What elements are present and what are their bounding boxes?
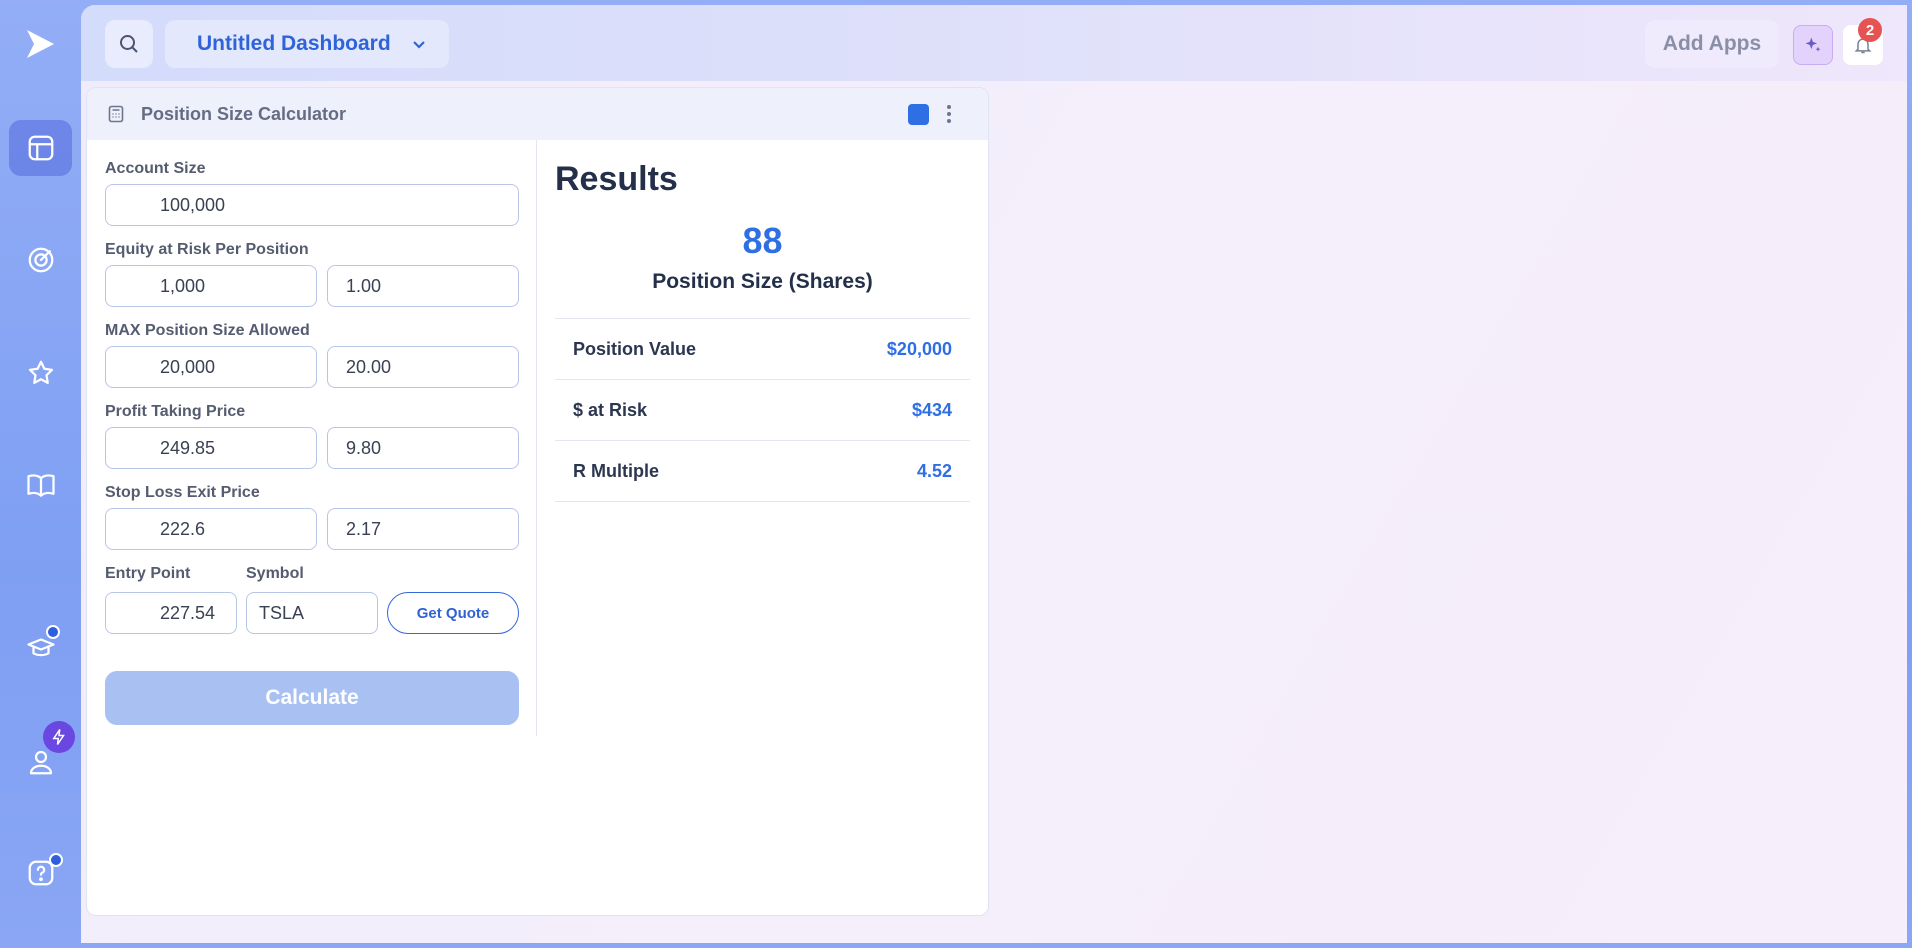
result-value: $434 [911,399,952,420]
equity-risk-label: Equity at Risk Per Position [105,241,309,258]
add-apps-button[interactable]: Add Apps [1645,20,1779,68]
result-value: $20,000 [886,338,952,359]
education-notification-dot [46,625,60,639]
star-icon [28,360,53,384]
result-row-dollar-at-risk: $ at Risk $434 [555,380,970,441]
get-quote-button[interactable]: Get Quote [387,592,519,634]
calculate-button[interactable]: Calculate [105,671,519,725]
help-notification-dot [49,853,63,867]
symbol-input[interactable]: TSLA [246,592,378,634]
notification-badge: 2 [1858,18,1882,42]
widget-menu-button[interactable] [939,102,959,126]
sidebar-item-dashboard[interactable] [9,120,72,176]
kebab-dot [947,112,951,116]
sparkle-icon [1805,37,1821,52]
sidebar [0,0,81,948]
result-row-position-value: Position Value $20,000 [555,319,970,380]
position-size-calculator-widget: Position Size Calculator Account Size 10… [86,87,989,916]
position-size-value: 88 [742,220,783,261]
chevron-down-icon [413,41,425,49]
result-label: Position Value [573,338,697,359]
widget-header: Position Size Calculator [87,88,988,140]
kebab-dot [947,119,951,123]
dashboard-selector[interactable]: Untitled Dashboard [165,20,449,68]
search-button[interactable] [105,20,153,68]
equity-risk-percent-input[interactable]: 1.00 [327,265,519,307]
profit-taking-label: Profit Taking Price [105,403,246,420]
book-icon [26,474,55,497]
ai-button[interactable] [1793,25,1833,65]
sidebar-item-help[interactable] [9,845,72,901]
result-row-r-multiple: R Multiple 4.52 [555,441,970,502]
search-icon [120,35,138,53]
symbol-label: Symbol [246,565,304,582]
result-label: R Multiple [573,460,659,481]
target-icon [28,247,53,273]
profit-taking-price-input[interactable]: 249.85 [105,427,317,469]
logo-icon[interactable] [22,26,58,62]
max-position-percent-input[interactable]: 20.00 [327,346,519,388]
stop-loss-price-input[interactable]: 222.6 [105,508,317,550]
dashboard-name: Untitled Dashboard [197,32,391,55]
bolt-icon [52,729,65,745]
stop-loss-percent-input[interactable]: 2.17 [327,508,519,550]
sidebar-item-library[interactable] [9,457,72,513]
results-title: Results [555,160,678,198]
widget-title: Position Size Calculator [141,103,347,124]
main-area: Untitled Dashboard Add Apps 2 Position S… [81,5,1907,943]
entry-point-input[interactable]: 227.54 [105,592,237,634]
account-size-label: Account Size [105,160,206,177]
kebab-dot [947,105,951,109]
widget-color-swatch[interactable] [908,104,929,125]
result-value: 4.52 [916,460,952,481]
calculator-icon [108,105,124,123]
dashboard-icon [28,135,53,161]
topbar: Untitled Dashboard Add Apps 2 [81,5,1907,81]
position-size-label: Position Size (Shares) [652,270,873,293]
account-size-input[interactable]: 100,000 [105,184,519,226]
sidebar-item-education[interactable] [9,619,72,675]
sidebar-item-target[interactable] [9,232,72,288]
sidebar-item-favorites[interactable] [9,345,72,401]
profit-taking-percent-input[interactable]: 9.80 [327,427,519,469]
max-position-label: MAX Position Size Allowed [105,322,310,339]
result-label: $ at Risk [573,399,648,420]
results-list: Position Value $20,000 $ at Risk $434 R … [555,318,970,502]
equity-risk-amount-input[interactable]: 1,000 [105,265,317,307]
stop-loss-label: Stop Loss Exit Price [105,484,260,501]
user-icon [29,750,52,775]
entry-point-label: Entry Point [105,565,191,582]
bolt-badge [43,721,75,753]
max-position-amount-input[interactable]: 20,000 [105,346,317,388]
calculator-form: Account Size 100,000 Equity at Risk Per … [87,140,537,736]
